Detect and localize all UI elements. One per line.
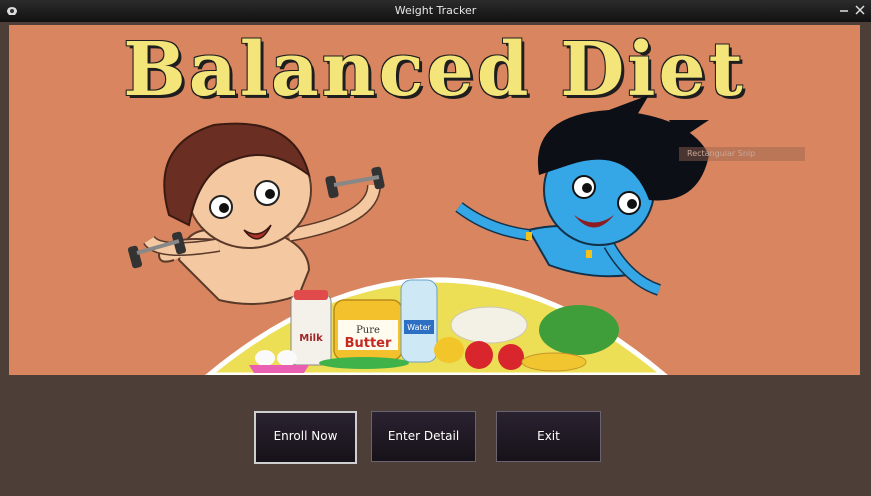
- window-title: Weight Tracker: [394, 4, 477, 17]
- exit-button[interactable]: Exit: [496, 411, 601, 462]
- title-bar: Weight Tracker: [0, 0, 871, 22]
- close-icon: [855, 5, 865, 15]
- minimize-button[interactable]: [836, 2, 852, 18]
- minimize-icon: [840, 10, 848, 12]
- food-items: [249, 279, 619, 373]
- banner-illustration: Milk Pure Butter Water: [127, 95, 709, 375]
- enter-detail-button[interactable]: Enter Detail: [371, 411, 476, 462]
- enroll-now-button[interactable]: Enroll Now: [254, 411, 357, 464]
- blue-boy-figure: [455, 95, 709, 296]
- butter-top-label: Pure: [356, 325, 380, 336]
- muscle-boy-figure: [127, 122, 385, 305]
- snip-tag: Rectangular Snip: [679, 147, 805, 161]
- milk-label: Milk: [299, 333, 323, 344]
- balanced-diet-banner: Balanced Diet Milk Pure Butter Water Rec…: [9, 25, 860, 375]
- water-label: Water: [407, 323, 431, 332]
- close-button[interactable]: [852, 2, 868, 18]
- butter-bottom-label: Butter: [345, 336, 392, 351]
